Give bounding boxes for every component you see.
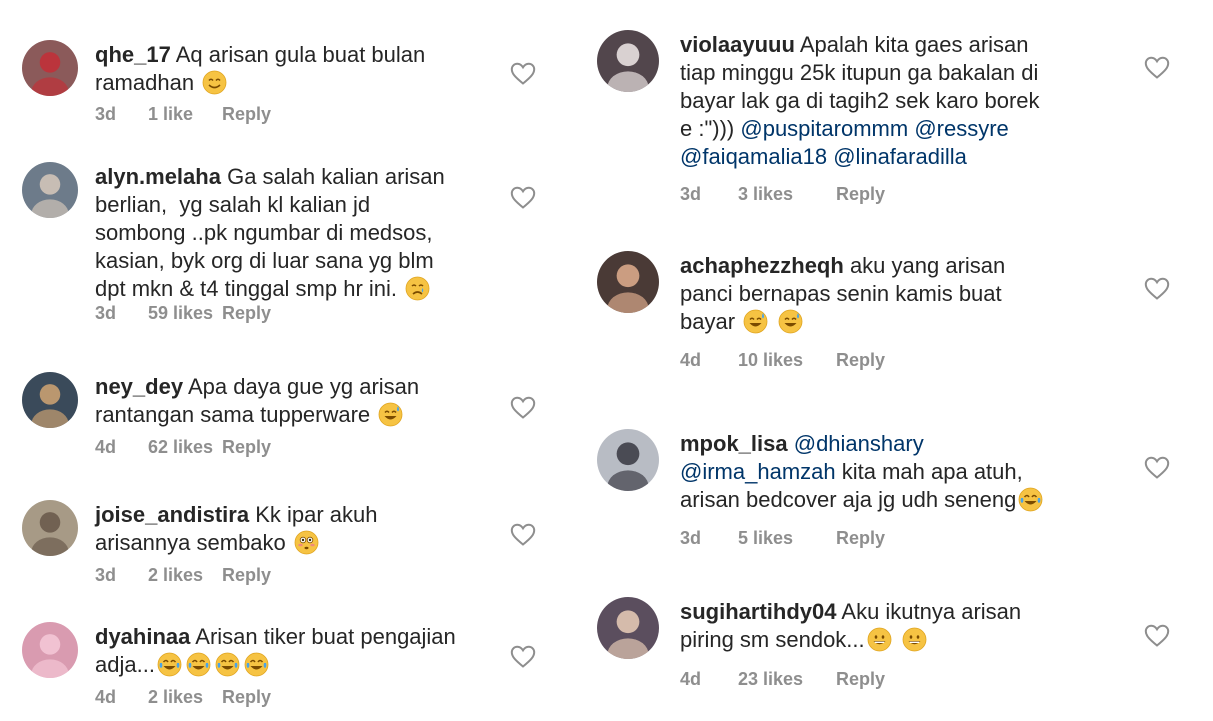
likes-count[interactable]: 23 likes <box>738 669 803 690</box>
likes-count[interactable]: 10 likes <box>738 350 803 371</box>
sweat-emoji-icon <box>743 309 768 334</box>
mention-link[interactable]: @puspitarommm <box>740 116 908 141</box>
smile-emoji-icon <box>202 70 227 95</box>
mention-link[interactable]: @faiqamalia18 <box>680 144 827 169</box>
likes-count[interactable]: 2 likes <box>148 687 203 708</box>
likes-count[interactable]: 1 like <box>148 104 193 125</box>
mention-link[interactable]: @linafaradilla <box>833 144 967 169</box>
reply-button[interactable]: Reply <box>836 528 885 549</box>
comment-username[interactable]: dyahinaa <box>95 624 190 649</box>
grin-emoji-icon <box>867 627 892 652</box>
joy-emoji-icon <box>244 652 269 677</box>
heart-icon[interactable] <box>1144 624 1170 648</box>
comment-time: 4d <box>95 437 117 457</box>
heart-icon[interactable] <box>510 645 536 669</box>
reply-button[interactable]: Reply <box>836 184 885 205</box>
heart-icon[interactable] <box>1144 456 1170 480</box>
avatar[interactable] <box>597 251 659 313</box>
heart-icon[interactable] <box>510 523 536 547</box>
avatar[interactable] <box>22 162 78 218</box>
mention-link[interactable]: @dhianshary <box>794 431 924 456</box>
comment-time: 3d <box>95 565 117 585</box>
avatar[interactable] <box>597 597 659 659</box>
likes-count[interactable]: 2 likes <box>148 565 203 586</box>
avatar[interactable] <box>597 429 659 491</box>
cry-emoji-icon <box>405 276 430 301</box>
comment-body: ney_dey Apa daya gue yg arisan rantangan… <box>95 373 419 429</box>
comment-body: mpok_lisa @dhianshary @irma_hamzah kita … <box>680 430 1045 514</box>
comment-body: dyahinaa Arisan tiker buat pengajian adj… <box>95 623 456 679</box>
comment-username[interactable]: joise_andistira <box>95 502 249 527</box>
comment-time: 4d <box>680 350 702 370</box>
reply-button[interactable]: Reply <box>836 350 885 371</box>
comment-time: 3d <box>680 528 702 548</box>
comment-time: 4d <box>95 687 117 707</box>
joy-emoji-icon <box>186 652 211 677</box>
comment-username[interactable]: achaphezzheqh <box>680 253 844 278</box>
comment-time: 3d <box>95 303 117 323</box>
flushed-emoji-icon <box>294 530 319 555</box>
comment-username[interactable]: qhe_17 <box>95 42 171 67</box>
heart-icon[interactable] <box>510 62 536 86</box>
comment-username[interactable]: alyn.melaha <box>95 164 221 189</box>
reply-button[interactable]: Reply <box>222 565 271 586</box>
avatar[interactable] <box>22 372 78 428</box>
comment-text <box>894 627 900 652</box>
sweat-emoji-icon <box>378 402 403 427</box>
comment-text <box>770 309 776 334</box>
avatar[interactable] <box>22 622 78 678</box>
comment-time: 4d <box>680 669 702 689</box>
comment-body: qhe_17 Aq arisan gula buat bulan ramadha… <box>95 41 425 97</box>
avatar[interactable] <box>22 500 78 556</box>
comment-time: 3d <box>680 184 702 204</box>
comment-username[interactable]: ney_dey <box>95 374 183 399</box>
joy-emoji-icon <box>1018 487 1043 512</box>
comment-username[interactable]: violaayuuu <box>680 32 795 57</box>
comment-username[interactable]: sugihartihdy04 <box>680 599 836 624</box>
reply-button[interactable]: Reply <box>222 437 271 458</box>
comment-body: joise_andistira Kk ipar akuh arisannya s… <box>95 501 378 557</box>
heart-icon[interactable] <box>1144 277 1170 301</box>
reply-button[interactable]: Reply <box>836 669 885 690</box>
heart-icon[interactable] <box>1144 56 1170 80</box>
comment-body: sugihartihdy04 Aku ikutnya arisan piring… <box>680 598 1021 654</box>
mention-link[interactable]: @irma_hamzah <box>680 459 836 484</box>
reply-button[interactable]: Reply <box>222 104 271 125</box>
grin-emoji-icon <box>902 627 927 652</box>
comment-time: 3d <box>95 104 117 124</box>
likes-count[interactable]: 59 likes <box>148 303 213 324</box>
sweat-emoji-icon <box>778 309 803 334</box>
comment-body: violaayuuu Apalah kita gaes arisan tiap … <box>680 31 1040 171</box>
joy-emoji-icon <box>215 652 240 677</box>
heart-icon[interactable] <box>510 186 536 210</box>
likes-count[interactable]: 3 likes <box>738 184 793 205</box>
mention-link[interactable]: @ressyre <box>914 116 1008 141</box>
comment-username[interactable]: mpok_lisa <box>680 431 788 456</box>
comment-body: alyn.melaha Ga salah kalian arisan berli… <box>95 163 445 303</box>
avatar[interactable] <box>597 30 659 92</box>
joy-emoji-icon <box>157 652 182 677</box>
reply-button[interactable]: Reply <box>222 687 271 708</box>
likes-count[interactable]: 5 likes <box>738 528 793 549</box>
heart-icon[interactable] <box>510 396 536 420</box>
reply-button[interactable]: Reply <box>222 303 271 324</box>
comment-body: achaphezzheqh aku yang arisan panci bern… <box>680 252 1005 336</box>
likes-count[interactable]: 62 likes <box>148 437 213 458</box>
avatar[interactable] <box>22 40 78 96</box>
